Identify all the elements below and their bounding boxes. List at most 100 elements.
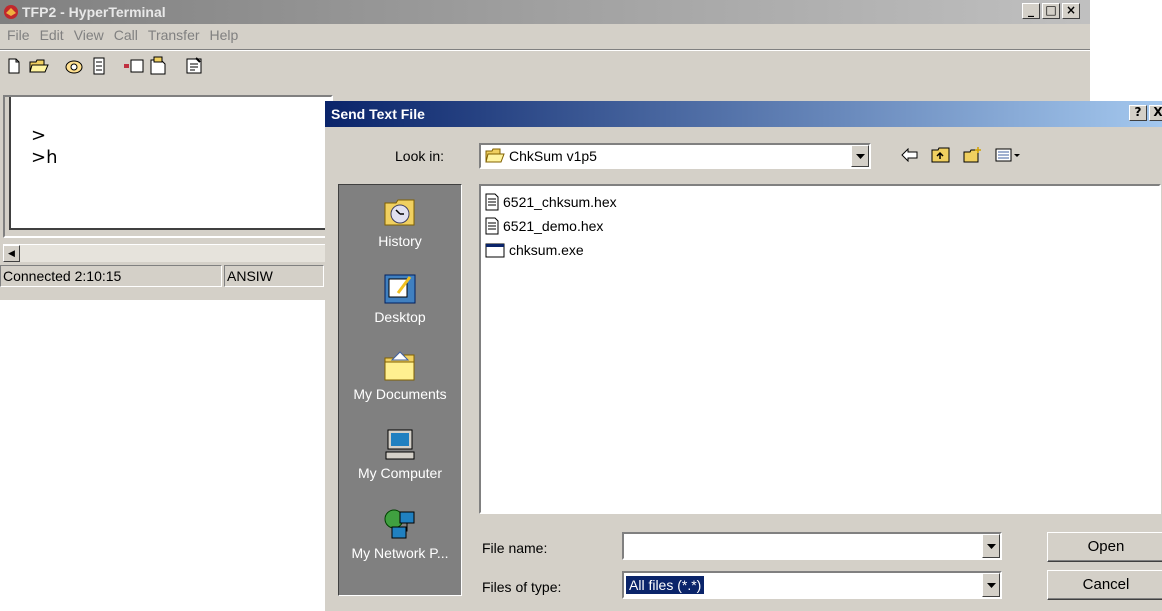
menu-call[interactable]: Call	[110, 24, 144, 46]
open-file-button[interactable]: Open	[1047, 532, 1162, 562]
hang-up-icon	[93, 57, 105, 75]
look-in-label: Look in:	[395, 148, 445, 164]
new-connection-button[interactable]	[2, 55, 26, 77]
maximize-button[interactable]: □	[1042, 3, 1060, 19]
menu-transfer[interactable]: Transfer	[144, 24, 206, 46]
file-item[interactable]: 6521_demo.hex	[485, 216, 603, 236]
new-folder-button[interactable]	[963, 146, 983, 167]
up-folder-icon	[931, 147, 950, 163]
chevron-down-icon	[986, 543, 996, 549]
scroll-left-icon: ◀	[8, 248, 15, 258]
place-label: My Network P...	[351, 545, 449, 561]
file-name-dropdown-button[interactable]	[982, 534, 1000, 558]
back-button[interactable]	[901, 147, 919, 165]
file-list[interactable]: 6521_chksum.hex 6521_demo.hex chksum.exe	[479, 184, 1161, 514]
place-my-network-places[interactable]: My Network P...	[339, 507, 461, 561]
terminal-area[interactable]: > >h	[3, 95, 333, 238]
dialog-title-bar[interactable]: Send Text File ? X	[325, 101, 1162, 127]
send-file-icon	[124, 59, 144, 73]
status-connected: Connected 2:10:15	[0, 265, 222, 287]
dialog-title: Send Text File	[331, 106, 425, 122]
file-name-label: File name:	[482, 540, 548, 556]
file-name: chksum.exe	[509, 242, 584, 258]
open-folder-icon	[485, 148, 505, 167]
place-my-documents[interactable]: My Documents	[339, 348, 461, 402]
files-of-type-value: All files (*.*)	[626, 576, 705, 594]
place-desktop[interactable]: Desktop	[339, 271, 461, 325]
properties-button[interactable]	[182, 55, 206, 77]
minimize-button[interactable]: _	[1022, 3, 1040, 19]
menu-view[interactable]: View	[70, 24, 110, 46]
back-arrow-icon	[901, 147, 918, 163]
place-label: My Documents	[353, 386, 447, 402]
receive-button[interactable]	[147, 55, 171, 77]
help-icon: ?	[1134, 105, 1142, 119]
place-history[interactable]: History	[339, 195, 461, 249]
help-button[interactable]: ?	[1129, 105, 1147, 121]
file-name-input[interactable]	[622, 532, 1002, 560]
main-title-bar[interactable]: TFP2 - HyperTerminal _ □ ×	[0, 0, 1090, 24]
status-emulation: ANSIW	[224, 265, 324, 287]
place-label: My Computer	[357, 465, 443, 481]
my-documents-icon	[384, 351, 415, 381]
disconnect-button[interactable]	[87, 55, 111, 77]
place-my-computer[interactable]: My Computer	[339, 427, 461, 481]
places-bar: History Desktop My Documents My Computer…	[338, 184, 462, 596]
horizontal-scrollbar[interactable]: ◀	[3, 244, 333, 262]
menu-help[interactable]: Help	[206, 24, 245, 46]
terminal-line: >	[31, 125, 47, 146]
exe-file-icon	[485, 243, 505, 258]
menu-separator	[0, 49, 1090, 51]
scroll-left-button[interactable]: ◀	[3, 245, 20, 262]
main-window-title: TFP2 - HyperTerminal	[22, 4, 166, 20]
receive-file-icon	[150, 56, 166, 75]
new-document-icon	[8, 58, 20, 74]
maximize-icon: □	[1045, 3, 1057, 17]
view-menu-button[interactable]	[995, 147, 1021, 166]
dialog-caption-buttons: ? X	[1129, 105, 1162, 121]
properties-icon	[186, 57, 202, 74]
minimize-icon: _	[1028, 3, 1034, 17]
status-bar: Connected 2:10:15 ANSIW	[0, 265, 330, 289]
close-button[interactable]: ×	[1062, 3, 1080, 19]
navigation-toolbar	[901, 146, 1021, 167]
place-label: History	[378, 233, 422, 249]
place-label: Desktop	[374, 309, 426, 325]
files-of-type-dropdown[interactable]: All files (*.*)	[622, 571, 1002, 599]
toolbar	[2, 54, 207, 78]
file-name: 6521_chksum.hex	[503, 194, 617, 210]
view-menu-icon	[995, 148, 1020, 162]
open-folder-icon	[29, 59, 49, 73]
menu-edit[interactable]: Edit	[36, 24, 70, 46]
cancel-button[interactable]: Cancel	[1047, 570, 1162, 600]
file-item[interactable]: 6521_chksum.hex	[485, 192, 617, 212]
chevron-down-icon	[986, 582, 996, 588]
terminal-screen[interactable]: > >h	[9, 97, 331, 230]
text-file-icon	[485, 193, 499, 211]
files-of-type-dropdown-button[interactable]	[982, 573, 1000, 597]
my-network-places-icon	[384, 509, 415, 539]
text-file-icon	[485, 217, 499, 235]
my-computer-icon	[385, 429, 415, 460]
open-button[interactable]	[27, 55, 51, 77]
look-in-value: ChkSum v1p5	[509, 148, 597, 164]
phone-icon	[65, 60, 83, 74]
look-in-dropdown[interactable]: ChkSum v1p5	[479, 143, 871, 169]
desktop-icon	[384, 274, 416, 304]
menu-file[interactable]: File	[3, 24, 36, 46]
call-button[interactable]	[62, 55, 86, 77]
look-in-dropdown-button[interactable]	[851, 145, 869, 167]
hyperterminal-app-icon	[3, 4, 19, 20]
dialog-close-button[interactable]: X	[1149, 105, 1162, 121]
files-of-type-label: Files of type:	[482, 579, 562, 595]
file-name: 6521_demo.hex	[503, 218, 604, 234]
send-button[interactable]	[122, 55, 146, 77]
file-item[interactable]: chksum.exe	[485, 240, 584, 260]
send-text-file-dialog: Send Text File ? X Look in: ChkSum v1p5	[325, 101, 1162, 611]
history-icon	[384, 199, 415, 226]
close-icon: X	[1153, 105, 1162, 119]
close-icon: ×	[1065, 3, 1077, 17]
chevron-down-icon	[855, 153, 865, 159]
up-one-level-button[interactable]	[931, 146, 951, 167]
terminal-line: >h	[31, 147, 58, 168]
